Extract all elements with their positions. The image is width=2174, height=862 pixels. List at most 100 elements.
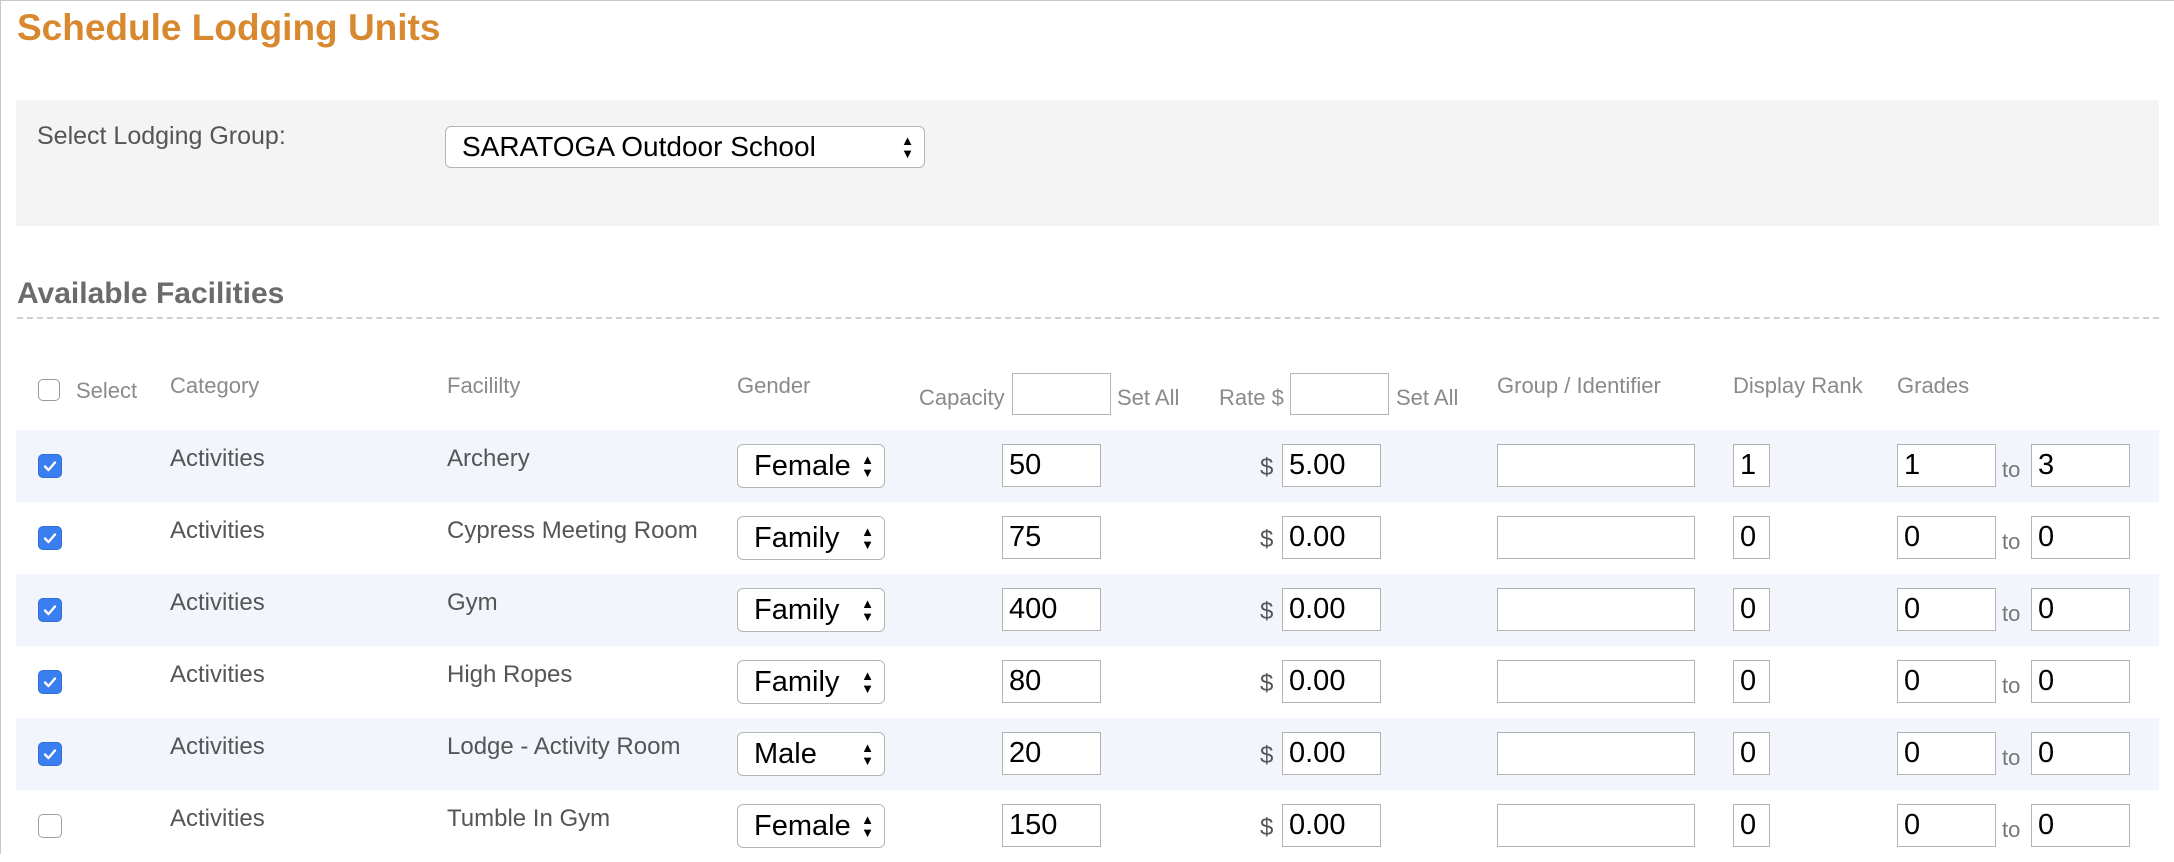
header-gender: Gender bbox=[737, 373, 811, 398]
row-facility: Lodge - Activity Room bbox=[447, 733, 681, 760]
row-gender-select[interactable]: Female ▲ ▼ bbox=[737, 444, 885, 488]
row-grade-from-input[interactable]: 0 bbox=[1897, 804, 1996, 847]
table-row: Activities Gym Family ▲ ▼ 400 $0.00 0 0 to 0 bbox=[16, 574, 2159, 646]
checkmark-icon bbox=[43, 677, 57, 688]
capacity-set-all-input[interactable] bbox=[1012, 373, 1111, 415]
row-grade-to-input[interactable]: 0 bbox=[2031, 660, 2130, 703]
section-divider bbox=[17, 317, 2159, 319]
lodging-group-select[interactable]: SARATOGA Outdoor School ▲ ▼ bbox=[445, 126, 925, 168]
row-grade-from-input[interactable]: 1 bbox=[1897, 444, 1996, 487]
row-rate-input[interactable]: 0.00 bbox=[1282, 804, 1381, 847]
row-grade-to-label: to bbox=[2002, 529, 2021, 554]
row-rate-currency: $ bbox=[1260, 454, 1274, 481]
rate-set-all-input[interactable] bbox=[1290, 373, 1389, 415]
row-grade-from-input[interactable]: 0 bbox=[1897, 516, 1996, 559]
row-display-rank-input[interactable]: 0 bbox=[1733, 516, 1770, 559]
row-rate-currency: $ bbox=[1260, 814, 1274, 841]
select-arrows-icon: ▲ ▼ bbox=[901, 133, 914, 161]
row-group-identifier-input[interactable] bbox=[1497, 804, 1695, 847]
row-gender-value: Family bbox=[754, 593, 840, 626]
row-grade-to-input[interactable]: 3 bbox=[2031, 444, 2130, 487]
row-group-identifier-input[interactable] bbox=[1497, 516, 1695, 559]
header-category: Category bbox=[170, 373, 260, 398]
row-grade-to-input[interactable]: 0 bbox=[2031, 588, 2130, 631]
row-select-checkbox[interactable] bbox=[38, 742, 62, 766]
table-row: Activities Archery Female ▲ ▼ 50 $5.00 1 1 to 3 bbox=[16, 430, 2159, 502]
table-row: Activities High Ropes Family ▲ ▼ 80 $0.00 0 0 to 0 bbox=[16, 646, 2159, 718]
row-gender-select[interactable]: Male ▲ ▼ bbox=[737, 732, 885, 776]
row-display-rank-input[interactable]: 1 bbox=[1733, 444, 1770, 487]
row-category: Activities bbox=[170, 661, 265, 688]
row-select-checkbox[interactable] bbox=[38, 526, 62, 550]
row-gender-select[interactable]: Female ▲ ▼ bbox=[737, 804, 885, 848]
row-capacity-input[interactable]: 75 bbox=[1002, 516, 1101, 559]
row-rate-input[interactable]: 0.00 bbox=[1282, 516, 1381, 559]
row-gender-select[interactable]: Family ▲ ▼ bbox=[737, 588, 885, 632]
row-category: Activities bbox=[170, 733, 265, 760]
row-rate-input[interactable]: 0.00 bbox=[1282, 588, 1381, 631]
row-group-identifier-input[interactable] bbox=[1497, 588, 1695, 631]
row-capacity-input[interactable]: 400 bbox=[1002, 588, 1101, 631]
capacity-set-all-button[interactable]: Set All bbox=[1117, 385, 1179, 411]
lodging-group-selected-value: SARATOGA Outdoor School bbox=[462, 131, 816, 162]
rate-set-all-button[interactable]: Set All bbox=[1396, 385, 1458, 411]
row-rate-input[interactable]: 0.00 bbox=[1282, 660, 1381, 703]
row-group-identifier-input[interactable] bbox=[1497, 444, 1695, 487]
row-grade-to-input[interactable]: 0 bbox=[2031, 516, 2130, 559]
header-rate: Rate $ bbox=[1219, 385, 1284, 410]
select-all-checkbox[interactable] bbox=[38, 379, 60, 401]
page-title: Schedule Lodging Units bbox=[17, 7, 441, 48]
row-select-checkbox[interactable] bbox=[38, 454, 62, 478]
select-arrows-icon: ▲ ▼ bbox=[861, 524, 874, 552]
row-grade-from-input[interactable]: 0 bbox=[1897, 732, 1996, 775]
checkmark-icon bbox=[43, 605, 57, 616]
row-facility: Cypress Meeting Room bbox=[447, 517, 698, 544]
header-select: Select bbox=[76, 378, 138, 403]
row-grade-to-label: to bbox=[2002, 673, 2021, 698]
header-capacity: Capacity bbox=[919, 385, 1005, 410]
row-rate-input[interactable]: 5.00 bbox=[1282, 444, 1381, 487]
row-display-rank-input[interactable]: 0 bbox=[1733, 732, 1770, 775]
row-category: Activities bbox=[170, 589, 265, 616]
row-grade-to-label: to bbox=[2002, 457, 2021, 482]
row-display-rank-input[interactable]: 0 bbox=[1733, 588, 1770, 631]
row-rate-currency: $ bbox=[1260, 670, 1274, 697]
row-grade-to-label: to bbox=[2002, 745, 2021, 770]
row-group-identifier-input[interactable] bbox=[1497, 660, 1695, 703]
row-category: Activities bbox=[170, 805, 265, 832]
header-display-rank: Display Rank bbox=[1733, 373, 1863, 398]
header-facility: Facililty bbox=[447, 373, 521, 398]
row-select-checkbox[interactable] bbox=[38, 814, 62, 838]
row-group-identifier-input[interactable] bbox=[1497, 732, 1695, 775]
select-arrows-icon: ▲ ▼ bbox=[861, 812, 874, 840]
row-select-checkbox[interactable] bbox=[38, 670, 62, 694]
row-grade-to-input[interactable]: 0 bbox=[2031, 804, 2130, 847]
row-gender-select[interactable]: Family ▲ ▼ bbox=[737, 660, 885, 704]
row-capacity-input[interactable]: 80 bbox=[1002, 660, 1101, 703]
row-rate-currency: $ bbox=[1260, 742, 1274, 769]
row-display-rank-input[interactable]: 0 bbox=[1733, 660, 1770, 703]
row-grade-to-input[interactable]: 0 bbox=[2031, 732, 2130, 775]
row-category: Activities bbox=[170, 517, 265, 544]
checkmark-icon bbox=[43, 533, 57, 544]
row-grade-from-input[interactable]: 0 bbox=[1897, 588, 1996, 631]
row-gender-select[interactable]: Family ▲ ▼ bbox=[737, 516, 885, 560]
row-capacity-input[interactable]: 150 bbox=[1002, 804, 1101, 847]
table-row: Activities Cypress Meeting Room Family ▲ ▼ 75… bbox=[16, 502, 2159, 574]
row-capacity-input[interactable]: 20 bbox=[1002, 732, 1101, 775]
select-arrows-icon: ▲ ▼ bbox=[861, 740, 874, 768]
row-gender-value: Female bbox=[754, 809, 851, 842]
header-group-identifier: Group / Identifier bbox=[1497, 373, 1661, 398]
section-title-available-facilities: Available Facilities bbox=[17, 277, 285, 310]
row-rate-input[interactable]: 0.00 bbox=[1282, 732, 1381, 775]
row-select-checkbox[interactable] bbox=[38, 598, 62, 622]
row-display-rank-input[interactable]: 0 bbox=[1733, 804, 1770, 847]
row-grade-from-input[interactable]: 0 bbox=[1897, 660, 1996, 703]
row-rate-currency: $ bbox=[1260, 598, 1274, 625]
row-capacity-input[interactable]: 50 bbox=[1002, 444, 1101, 487]
row-grade-to-label: to bbox=[2002, 817, 2021, 842]
header-grades: Grades bbox=[1897, 373, 1970, 398]
select-arrows-icon: ▲ ▼ bbox=[861, 596, 874, 624]
lodging-group-label: Select Lodging Group: bbox=[37, 122, 286, 150]
lodging-group-panel: Select Lodging Group: SARATOGA Outdoor S… bbox=[16, 100, 2159, 226]
